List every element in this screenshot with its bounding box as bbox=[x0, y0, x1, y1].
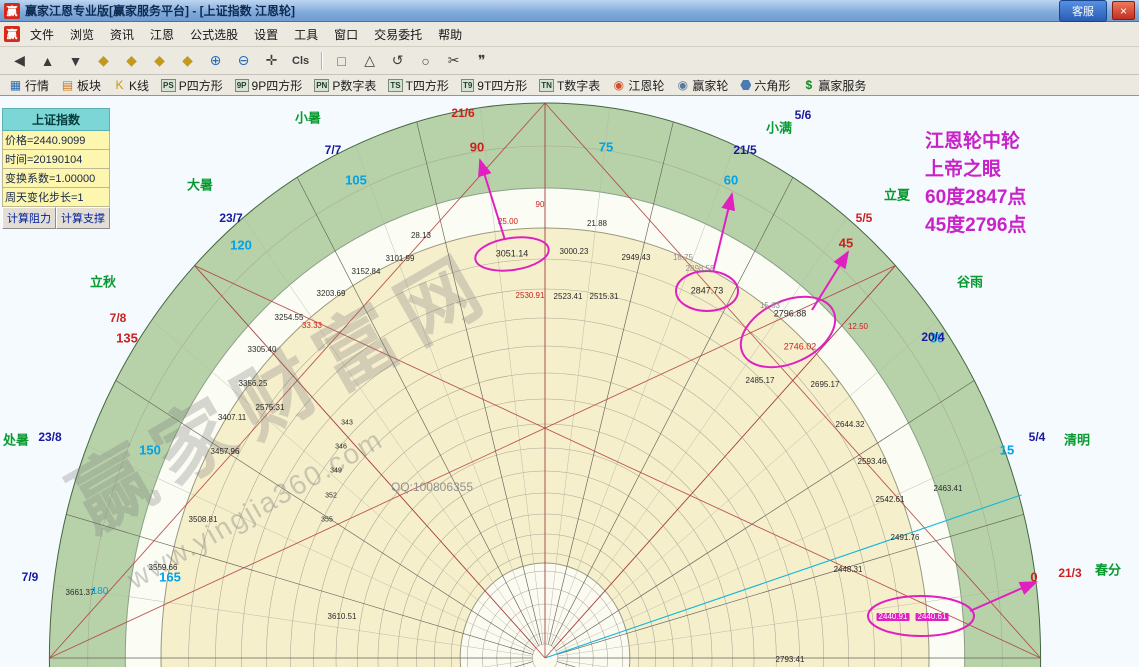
t-shuzibiao-label: T数字表 bbox=[556, 78, 601, 93]
menu-item-2[interactable]: 浏览 bbox=[62, 23, 102, 46]
menu-item-5[interactable]: 公式选股 bbox=[182, 23, 246, 46]
menu-item-7[interactable]: 工具 bbox=[286, 23, 326, 46]
triangle-tool-icon[interactable]: △ bbox=[356, 49, 383, 73]
9p-sifangxing-button[interactable]: 9P 9P四方形 bbox=[229, 75, 308, 95]
menu-item-6[interactable]: 设置 bbox=[246, 23, 286, 46]
menu-item-10[interactable]: 帮助 bbox=[430, 23, 470, 46]
dollar-icon: $ bbox=[805, 78, 813, 92]
ps-badge-icon: PS bbox=[161, 78, 176, 92]
9t-sifangxing-label: 9T四方形 bbox=[477, 78, 528, 93]
winner-wheel-icon: ◉ bbox=[677, 78, 689, 92]
title-bar: 赢 赢家江恩专业版[赢家服务平台] - [上证指数 江恩轮] 客服 × bbox=[0, 0, 1139, 22]
bankuai-button[interactable]: ▤ 板块 bbox=[55, 75, 107, 95]
cls-button[interactable]: Cls bbox=[286, 49, 315, 73]
menu-item-8[interactable]: 窗口 bbox=[326, 23, 366, 46]
rotate-tool-icon[interactable]: ↺ bbox=[384, 49, 411, 73]
p-sifangxing-button[interactable]: PS P四方形 bbox=[155, 75, 229, 95]
nav-up-icon[interactable]: ▲ bbox=[34, 49, 61, 73]
info-panel: 上证指数 价格=2440.9099 时间=20190104 变换系数=1.00000… bbox=[2, 108, 110, 229]
tn-badge-icon: TN bbox=[539, 78, 554, 92]
menu-bar: 赢 文件 浏览 资讯 江恩 公式选股 设置 工具 窗口 交易委托 帮助 bbox=[0, 22, 1139, 47]
p-sifangxing-label: P四方形 bbox=[178, 78, 223, 93]
p-shuzibiao-label: P数字表 bbox=[332, 78, 377, 93]
menu-item-9[interactable]: 交易委托 bbox=[366, 23, 430, 46]
gann-wheel-canvas[interactable]: 赢家财富网 www.yingjia360.com 90 75 60 45 30 15 0 10… bbox=[0, 96, 1139, 667]
zoom-out-icon[interactable]: ⊖ bbox=[230, 49, 257, 73]
nav-down-icon[interactable]: ▼ bbox=[62, 49, 89, 73]
liujiaoxing-button[interactable]: 六角形 bbox=[734, 75, 796, 95]
toolbar-main: ◀ ▲ ▼ ◆ ◆ ◆ ◆ ⊕ ⊖ ✛ Cls □ △ ↺ ○ ✂ ❞ bbox=[0, 47, 1139, 75]
rect-tool-icon[interactable]: □ bbox=[328, 49, 355, 73]
panel-button-1[interactable]: 计算阻力 bbox=[2, 207, 56, 229]
customer-service-button[interactable]: 客服 bbox=[1059, 0, 1107, 22]
app-logo-icon: 赢 bbox=[4, 2, 20, 19]
panel-button-2[interactable]: 计算支撑 bbox=[56, 207, 110, 229]
liujiaoxing-label: 六角形 bbox=[754, 78, 791, 93]
t-sifangxing-label: T四方形 bbox=[405, 78, 449, 93]
circle-tool-icon[interactable]: ○ bbox=[412, 49, 439, 73]
diamond-3-icon[interactable]: ◆ bbox=[146, 49, 173, 73]
zoom-in-icon[interactable]: ⊕ bbox=[202, 49, 229, 73]
kline-icon: K bbox=[115, 78, 124, 92]
pn-badge-icon: PN bbox=[314, 78, 330, 92]
9t-sifangxing-button[interactable]: T9 9T四方形 bbox=[455, 75, 533, 95]
nav-left-icon[interactable]: ◀ bbox=[6, 49, 33, 73]
t-sifangxing-button[interactable]: TS T四方形 bbox=[382, 75, 455, 95]
grid-icon: ▦ bbox=[9, 78, 22, 92]
close-icon[interactable]: × bbox=[1112, 1, 1135, 20]
menu-item-1[interactable]: 文件 bbox=[22, 23, 62, 46]
hangqing-button[interactable]: ▦ 行情 bbox=[3, 75, 55, 95]
ts-badge-icon: TS bbox=[388, 78, 403, 92]
diamond-2-icon[interactable]: ◆ bbox=[118, 49, 145, 73]
yingjialun-button[interactable]: ◉ 赢家轮 bbox=[670, 75, 734, 95]
kxian-button[interactable]: K K线 bbox=[107, 75, 155, 95]
9p-sifangxing-label: 9P四方形 bbox=[251, 78, 303, 93]
window-title: 赢家江恩专业版[赢家服务平台] - [上证指数 江恩轮] bbox=[25, 4, 295, 18]
jiangenlun-label: 江恩轮 bbox=[628, 78, 665, 93]
panel-row-1: 价格=2440.9099 bbox=[2, 131, 110, 150]
bankuai-label: 板块 bbox=[77, 78, 102, 93]
panel-buttons: 计算阻力 计算支撑 bbox=[2, 207, 110, 229]
t9-badge-icon: T9 bbox=[460, 78, 475, 92]
panel-title: 上证指数 bbox=[2, 108, 110, 131]
yingjiafuwu-button[interactable]: $ 赢家服务 bbox=[796, 75, 872, 95]
9p-badge-icon: 9P bbox=[234, 78, 249, 92]
kxian-label: K线 bbox=[129, 78, 150, 93]
menu-logo-icon: 赢 bbox=[4, 26, 20, 42]
menu-items: 文件 浏览 资讯 江恩 公式选股 设置 工具 窗口 交易委托 帮助 bbox=[22, 23, 470, 46]
menu-item-3[interactable]: 资讯 bbox=[102, 23, 142, 46]
blocks-icon: ▤ bbox=[61, 78, 74, 92]
panel-rows: 价格=2440.9099 时间=20190104 变换系数=1.00000 周天变化步… bbox=[2, 131, 110, 207]
hexagon-icon bbox=[740, 80, 752, 90]
diamond-1-icon[interactable]: ◆ bbox=[90, 49, 117, 73]
crosshair-tool-icon[interactable]: ✛ bbox=[258, 49, 285, 73]
yingjialun-label: 赢家轮 bbox=[692, 78, 729, 93]
menu-item-4[interactable]: 江恩 bbox=[142, 23, 182, 46]
gann-wheel-icon: ◉ bbox=[613, 78, 625, 92]
gann-wheel-graphic bbox=[49, 102, 1041, 667]
toolbar-separator bbox=[321, 51, 323, 70]
panel-row-4: 周天变化步长=1 bbox=[2, 188, 110, 207]
jiangenlun-button[interactable]: ◉ 江恩轮 bbox=[606, 75, 670, 95]
panel-row-3: 变换系数=1.00000 bbox=[2, 169, 110, 188]
diamond-4-icon[interactable]: ◆ bbox=[174, 49, 201, 73]
hangqing-label: 行情 bbox=[25, 78, 50, 93]
panel-row-2: 时间=20190104 bbox=[2, 150, 110, 169]
scissors-icon[interactable]: ✂ bbox=[440, 49, 467, 73]
yingjiafuwu-label: 赢家服务 bbox=[818, 78, 867, 93]
p-shuzibiao-button[interactable]: PN P数字表 bbox=[308, 75, 382, 95]
toolbar-views: ▦ 行情 ▤ 板块 K K线 PS P四方形 9P 9P四方形 PN P数字表 TS T四方形 T9 9T四方… bbox=[0, 75, 1139, 96]
t-shuzibiao-button[interactable]: TN T数字表 bbox=[533, 75, 606, 95]
callout-icon[interactable]: ❞ bbox=[468, 49, 495, 73]
